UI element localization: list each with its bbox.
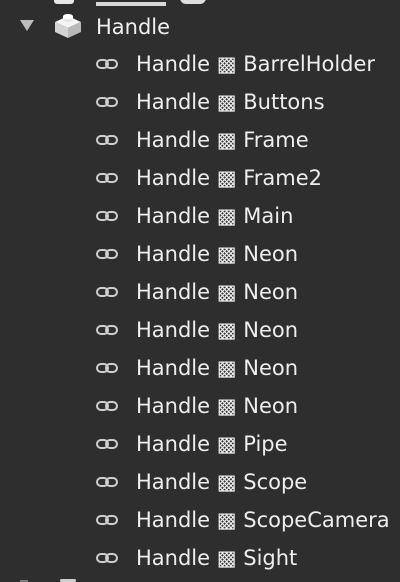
tree-row-weld[interactable]: Handle ▩ ScopeCamera: [0, 501, 400, 539]
tree-row-label: Handle ▩ Neon: [136, 280, 299, 304]
tree-row-label: Handle ▩ Sight: [136, 546, 298, 570]
tree-row-label: Handle: [96, 15, 171, 39]
tree-row-label: Handle ▩ Neon: [136, 356, 299, 380]
tree-row-weld[interactable]: Handle ▩ Scope: [0, 463, 400, 501]
tree-row-weld[interactable]: Handle ▩ Neon: [0, 311, 400, 349]
tree-row-partial-below[interactable]: [0, 577, 400, 582]
weld-link-icon: [96, 135, 118, 145]
weld-link-icon: [96, 401, 118, 411]
weld-link-icon: [96, 173, 118, 183]
weld-link-icon: [96, 515, 118, 525]
tree-row-weld[interactable]: Handle ▩ BarrelHolder: [0, 45, 400, 83]
tree-row-partial-above[interactable]: [0, 0, 400, 6]
weld-link-icon: [96, 363, 118, 373]
script-icon: [180, 0, 206, 4]
tree-row-weld[interactable]: Handle ▩ Buttons: [0, 83, 400, 121]
part-icon: [54, 0, 74, 4]
part-brick-icon: [55, 14, 81, 38]
weld-link-icon: [96, 211, 118, 221]
tree-row-weld[interactable]: Handle ▩ Frame2: [0, 159, 400, 197]
weld-link-icon: [96, 97, 118, 107]
tree-row-label: Handle ▩ Neon: [136, 242, 299, 266]
tree-row-label: Handle ▩ Main: [136, 204, 294, 228]
weld-link-icon: [96, 287, 118, 297]
weld-link-icon: [96, 439, 118, 449]
tree-row-weld[interactable]: Handle ▩ Pipe: [0, 425, 400, 463]
tree-row-label-partial: [96, 0, 166, 6]
tree-row-weld[interactable]: Handle ▩ Neon: [0, 387, 400, 425]
tree-row-weld[interactable]: Handle ▩ Frame: [0, 121, 400, 159]
tree-row-handle[interactable]: Handle: [0, 7, 400, 45]
tree-row-label: Handle ▩ Frame2: [136, 166, 323, 190]
weld-link-icon: [96, 249, 118, 259]
tree-row-label: Handle ▩ Scope: [136, 470, 308, 494]
weld-link-icon: [96, 325, 118, 335]
tree-row-weld[interactable]: Handle ▩ Sight: [0, 539, 400, 577]
weld-link-icon: [96, 477, 118, 487]
weld-link-icon: [96, 553, 118, 563]
tree-row-weld[interactable]: Handle ▩ Neon: [0, 273, 400, 311]
weld-link-icon: [96, 59, 118, 69]
tree-row-weld[interactable]: Handle ▩ Neon: [0, 349, 400, 387]
tree-row-label: Handle ▩ ScopeCamera: [136, 508, 390, 532]
tree-row-label: Handle ▩ BarrelHolder: [136, 52, 376, 76]
tree-row-weld[interactable]: Handle ▩ Main: [0, 197, 400, 235]
expand-caret-icon[interactable]: [20, 20, 34, 31]
tree-row-label: Handle ▩ Frame: [136, 128, 309, 152]
tree-row-label: Handle ▩ Neon: [136, 318, 299, 342]
explorer-tree: Handle Handle ▩ BarrelHolder Handle ▩ Bu…: [0, 0, 400, 582]
tree-row-label: Handle ▩ Buttons: [136, 90, 325, 114]
tree-row-label: Handle ▩ Neon: [136, 394, 299, 418]
tree-row-weld[interactable]: Handle ▩ Neon: [0, 235, 400, 273]
tree-row-label: Handle ▩ Pipe: [136, 432, 288, 456]
